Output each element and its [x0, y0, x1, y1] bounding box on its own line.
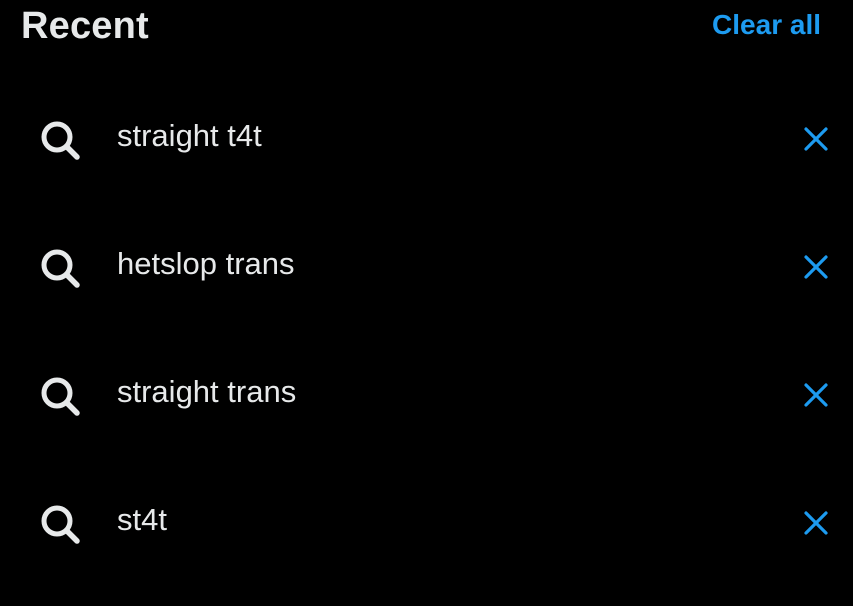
- recent-search-query: st4t: [117, 502, 167, 537]
- recent-search-query: hetslop trans: [117, 246, 295, 281]
- close-icon[interactable]: [798, 249, 834, 285]
- search-icon: [38, 502, 82, 546]
- close-icon[interactable]: [798, 121, 834, 157]
- recent-search-query: straight trans: [117, 374, 297, 409]
- recent-search-query: straight t4t: [117, 118, 262, 153]
- recent-search-item[interactable]: straight trans: [0, 329, 853, 457]
- search-icon: [38, 118, 82, 162]
- recent-header: Recent Clear all: [0, 0, 853, 52]
- close-icon[interactable]: [798, 377, 834, 413]
- recent-search-item[interactable]: straight t4t: [0, 73, 853, 201]
- close-icon[interactable]: [798, 505, 834, 541]
- clear-all-button[interactable]: Clear all: [712, 8, 821, 42]
- search-icon: [38, 246, 82, 290]
- recent-search-item[interactable]: st4t: [0, 457, 853, 585]
- search-icon: [38, 374, 82, 418]
- recent-searches-list: straight t4t hetslop trans straight tran…: [0, 73, 853, 585]
- recent-search-item[interactable]: hetslop trans: [0, 201, 853, 329]
- recent-title: Recent: [21, 5, 149, 47]
